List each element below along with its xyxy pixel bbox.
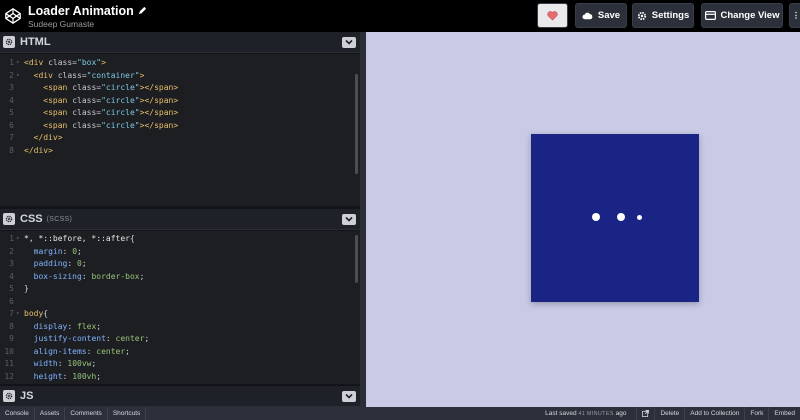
embed-button[interactable]: Embed [769, 407, 800, 420]
shortcuts-button[interactable]: Shortcuts [108, 407, 147, 420]
code-line: 5 <span class="circle"></span> [9, 108, 179, 117]
fork-button[interactable]: Fork [745, 407, 770, 420]
author-name[interactable]: Sudeep Gumaste [28, 19, 147, 29]
codepen-logo-icon[interactable] [4, 7, 22, 25]
js-pane-header[interactable]: JS [0, 386, 360, 407]
css-preprocessor-label: (SCSS) [46, 215, 73, 223]
settings-button[interactable]: Settings [632, 3, 694, 28]
code-line: 8 display: flex; [9, 321, 102, 331]
cloud-icon [582, 12, 593, 19]
save-label: Save [597, 10, 621, 21]
chevron-down-icon [345, 216, 353, 222]
delete-button[interactable]: Delete [655, 407, 686, 420]
chevron-down-icon [345, 39, 353, 45]
loader-circle [637, 214, 642, 220]
css-code-area[interactable]: 1 ▾ *, *::before, *::after{ 2 margin: 0; 3… [0, 231, 360, 384]
css-pane-toggle[interactable] [342, 213, 356, 225]
code-line: 6 <span class="circle"></span> [9, 120, 179, 130]
heart-icon [547, 10, 558, 20]
preview-pane[interactable] [366, 32, 800, 407]
comments-button[interactable]: Comments [65, 407, 108, 420]
code-line: 10 align-items: center; [4, 346, 130, 356]
html-pane-title: HTML [20, 36, 51, 48]
top-bar: Loader Animation Sudeep Gumaste Save Set… [0, 0, 800, 32]
heart-button[interactable] [537, 3, 568, 28]
code-line: 5} [9, 284, 29, 293]
code-line: 2 ▾ <div class="container"> [9, 70, 145, 80]
last-saved-status: Last saved 41 MINUTES ago [545, 410, 626, 417]
layout-icon [704, 11, 716, 20]
code-line: 7 ▾ body{ [9, 309, 49, 318]
html-pane-header[interactable]: HTML [0, 32, 360, 53]
editor-column: HTML 1 ▾ <div class="box"> 2 ▾ <div class="… [0, 32, 366, 407]
gear-icon [5, 392, 13, 400]
js-pane-title: JS [20, 390, 34, 402]
css-pane-title: CSS [20, 213, 43, 225]
gear-icon [5, 38, 13, 46]
saved-time: 41 MINUTES [578, 411, 614, 417]
code-line: 6 [9, 296, 14, 306]
code-line: 1 ▾ <div class="box"> [9, 58, 106, 67]
gear-icon [5, 215, 13, 223]
code-line: 9 justify-content: center; [9, 334, 150, 343]
footer-actions: Last saved 41 MINUTES ago Delete Add to … [545, 407, 800, 420]
external-link-icon [642, 410, 650, 417]
saved-suffix: ago [615, 410, 627, 417]
css-pane-header[interactable]: CSS (SCSS) [0, 209, 360, 230]
gear-icon [637, 11, 646, 20]
code-line: 4 <span class="circle"></span> [9, 95, 179, 105]
open-external-button[interactable] [636, 407, 656, 420]
change-view-label: Change View [720, 10, 780, 21]
js-pane-toggle[interactable] [342, 390, 356, 402]
loader-circle [592, 213, 600, 221]
add-to-collection-button[interactable]: Add to Collection [685, 407, 746, 420]
code-line: 8 </div> [9, 145, 53, 155]
code-line: 7 </div> [9, 133, 63, 142]
html-settings-button[interactable] [3, 36, 15, 48]
code-line: 12 height: 100vh; [4, 371, 102, 381]
loader-box [531, 134, 699, 302]
more-icon: ⋮ [792, 11, 800, 20]
code-line: 4 box-sizing: border-box; [9, 271, 145, 281]
pencil-icon[interactable] [138, 6, 147, 15]
save-button[interactable]: Save [575, 3, 627, 28]
loader-circle [617, 213, 625, 221]
js-settings-button[interactable] [3, 390, 15, 402]
css-settings-button[interactable] [3, 213, 15, 225]
code-line: 3 <span class="circle"></span> [9, 83, 179, 92]
bottom-bar: Console Assets Comments Shortcuts Last s… [0, 407, 800, 420]
saved-prefix: Last saved [545, 410, 577, 417]
code-line: 2 margin: 0; [9, 246, 82, 256]
pen-info: Loader Animation Sudeep Gumaste [28, 4, 147, 29]
css-scrollbar[interactable] [355, 235, 358, 283]
assets-button[interactable]: Assets [35, 407, 66, 420]
html-code-area[interactable]: 1 ▾ <div class="box"> 2 ▾ <div class="conta… [0, 54, 360, 206]
change-view-button[interactable]: Change View [701, 3, 783, 28]
more-button[interactable]: ⋮ [789, 3, 800, 28]
html-scrollbar[interactable] [355, 74, 358, 174]
code-line: 11 width: 100vw; [4, 359, 97, 368]
code-line: 1 ▾ *, *::before, *::after{ [9, 234, 135, 243]
chevron-down-icon [345, 393, 353, 399]
pen-title[interactable]: Loader Animation [28, 4, 134, 18]
console-button[interactable]: Console [0, 407, 35, 420]
code-line: 3 padding: 0; [9, 259, 87, 268]
settings-label: Settings [651, 10, 690, 21]
html-pane-toggle[interactable] [342, 36, 356, 48]
